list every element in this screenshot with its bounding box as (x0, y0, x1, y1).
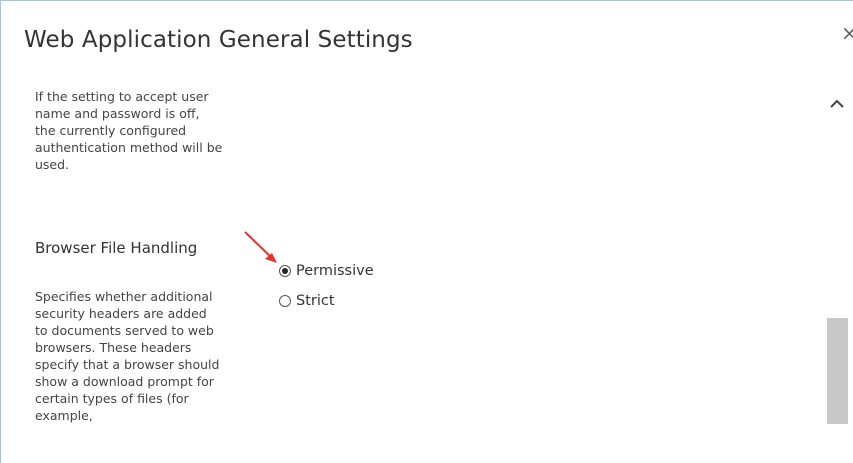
scrollbar-thumb[interactable] (827, 318, 848, 424)
permissive-label: Permissive (296, 263, 374, 279)
vertical-scrollbar[interactable] (824, 76, 853, 463)
radio-indicator-strict[interactable] (279, 295, 291, 307)
close-icon[interactable]: × (841, 23, 853, 43)
dialog-content: ~ ~ If the setting to accept user name a… (1, 76, 823, 463)
radio-indicator-permissive[interactable] (279, 265, 291, 277)
strict-radio[interactable]: Strict (279, 293, 335, 309)
clipped-text: ~ ~ (284, 76, 319, 81)
browser-file-handling-description: Specifies whether additional security he… (35, 289, 220, 423)
chevron-up-icon[interactable] (827, 96, 847, 112)
strict-label: Strict (296, 293, 335, 309)
permissive-radio[interactable]: Permissive (279, 263, 374, 279)
dialog-title: Web Application General Settings (24, 27, 413, 53)
settings-dialog: Web Application General Settings × ~ ~ I… (0, 0, 853, 463)
auth-description: If the setting to accept user name and p… (35, 89, 223, 172)
red-arrow-icon (244, 231, 277, 263)
browser-file-handling-title: Browser File Handling (35, 239, 198, 257)
